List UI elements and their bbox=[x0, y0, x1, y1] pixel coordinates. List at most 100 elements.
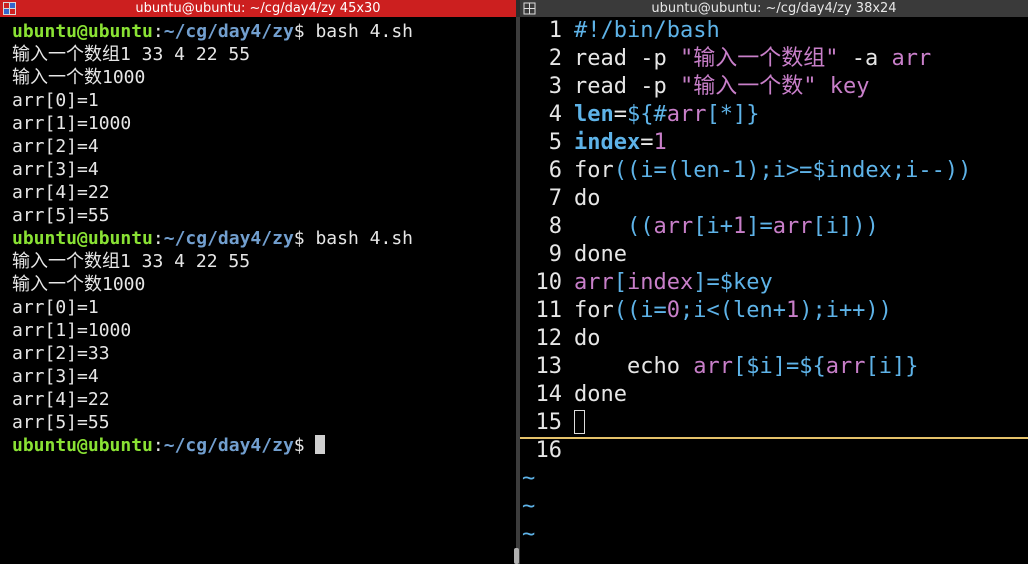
code-token: #!/bin/bash bbox=[574, 18, 720, 43]
code-line: 8 ((arr[i+1]=arr[i])) bbox=[520, 213, 1028, 241]
left-terminal-window[interactable]: ubuntu@ubuntu: ~/cg/day4/zy 45x30 ubuntu… bbox=[0, 0, 516, 564]
code-token: ${# bbox=[627, 102, 667, 127]
code-token: 1 bbox=[785, 298, 800, 323]
empty-buffer-line: ~ bbox=[520, 493, 1028, 521]
code-token: [*]} bbox=[706, 102, 760, 127]
terminal-output-line: arr[4]=22 bbox=[12, 389, 110, 410]
right-titlebar[interactable]: ubuntu@ubuntu: ~/cg/day4/zy 38x24 bbox=[520, 0, 1028, 17]
prompt-user-host: ubuntu@ubuntu bbox=[12, 435, 153, 456]
code-token: "输入一个数组" bbox=[679, 46, 839, 71]
terminal-output[interactable]: ubuntu@ubuntu:~/cg/day4/zy$ bash 4.sh 输入一… bbox=[12, 20, 516, 457]
line-number: 2 bbox=[548, 46, 562, 71]
code-token: -a bbox=[838, 46, 892, 71]
tilde-marker: ~ bbox=[522, 522, 536, 547]
code-line: 5 index=1 bbox=[520, 129, 1028, 157]
prompt-colon: : bbox=[152, 228, 164, 249]
code-token: ((i=(len-1);i>= bbox=[613, 158, 813, 183]
code-token: 0 bbox=[666, 298, 680, 323]
code-line: 3 read -p "输入一个数" key bbox=[520, 73, 1028, 101]
prompt-path: ~/cg/day4/zy bbox=[163, 21, 294, 42]
code-token: ${ bbox=[799, 354, 826, 379]
tilde-marker: ~ bbox=[522, 494, 536, 519]
line-number: 10 bbox=[535, 270, 563, 295]
line-number: 6 bbox=[548, 158, 562, 183]
vim-editor[interactable]: 1 #!/bin/bash 2 read -p "输入一个数组" -a arr 3 rea… bbox=[520, 17, 1028, 549]
line-number: 9 bbox=[548, 242, 562, 267]
code-token: index bbox=[574, 130, 641, 155]
prompt-user-host: ubuntu@ubuntu bbox=[12, 21, 153, 42]
terminal-output-line: arr[5]=55 bbox=[12, 205, 110, 226]
terminal-app-icon bbox=[3, 2, 16, 15]
terminal-output-line: arr[1]=1000 bbox=[12, 113, 132, 134]
left-titlebar[interactable]: ubuntu@ubuntu: ~/cg/day4/zy 45x30 bbox=[0, 0, 516, 17]
prompt-user-host: ubuntu@ubuntu bbox=[12, 228, 153, 249]
code-token: = bbox=[640, 130, 654, 155]
terminal-output-line: arr[2]=4 bbox=[12, 136, 99, 157]
code-token: [i])) bbox=[812, 214, 879, 239]
code-token: [ bbox=[732, 354, 747, 379]
code-line: 9 done bbox=[520, 241, 1028, 269]
code-token: "输入一个数" bbox=[679, 74, 817, 99]
terminal-output-line: 输入一个数组1 33 4 22 55 bbox=[12, 44, 251, 65]
empty-buffer-line: ~ bbox=[520, 521, 1028, 549]
line-number: 3 bbox=[548, 74, 562, 99]
code-token: ((i= bbox=[613, 298, 667, 323]
code-token: 1 bbox=[732, 214, 747, 239]
terminal-output-line: arr[0]=1 bbox=[12, 90, 99, 111]
code-token: [i+ bbox=[693, 214, 733, 239]
code-token: do bbox=[574, 186, 601, 211]
code-token: ]= bbox=[746, 214, 773, 239]
code-token: $key bbox=[719, 270, 773, 295]
code-line: 4 len=${#arr[*]} bbox=[520, 101, 1028, 129]
code-line: 2 read -p "输入一个数组" -a arr bbox=[520, 45, 1028, 73]
prompt-colon: : bbox=[152, 435, 164, 456]
terminal-prompt-line: ubuntu@ubuntu:~/cg/day4/zy$ bash 4.sh bbox=[12, 227, 516, 250]
code-token: done bbox=[574, 382, 627, 407]
code-token: do bbox=[574, 326, 601, 351]
prompt-dollar: $ bbox=[293, 435, 305, 456]
code-token: arr bbox=[653, 214, 694, 239]
code-token: arr bbox=[666, 102, 707, 127]
code-token: arr bbox=[574, 270, 614, 295]
code-token: done bbox=[574, 242, 627, 267]
code-token: (( bbox=[626, 214, 654, 239]
code-line: 7 do bbox=[520, 185, 1028, 213]
line-number: 15 bbox=[535, 410, 563, 435]
terminal-output-line: 输入一个数组1 33 4 22 55 bbox=[12, 251, 251, 272]
code-token: [i]} bbox=[865, 354, 919, 379]
terminal-output-line: arr[3]=4 bbox=[12, 366, 99, 387]
line-number: 7 bbox=[548, 186, 562, 211]
code-line: 14 done bbox=[520, 381, 1028, 409]
grid-menu-icon[interactable] bbox=[523, 2, 536, 15]
right-terminal-window[interactable]: ubuntu@ubuntu: ~/cg/day4/zy 38x24 1 #!/bi… bbox=[520, 0, 1028, 564]
code-line: 16 bbox=[520, 437, 1028, 465]
left-window-title: ubuntu@ubuntu: ~/cg/day4/zy 45x30 bbox=[135, 1, 381, 16]
code-token: = bbox=[613, 102, 627, 127]
terminal-prompt-line: ubuntu@ubuntu:~/cg/day4/zy$ bash 4.sh bbox=[12, 20, 516, 43]
prompt-path: ~/cg/day4/zy bbox=[163, 435, 294, 456]
code-token: 1 bbox=[653, 130, 667, 155]
text-cursor bbox=[315, 435, 326, 454]
terminal-prompt-line: ubuntu@ubuntu:~/cg/day4/zy$ bbox=[12, 434, 516, 457]
terminal-output-line: arr[0]=1 bbox=[12, 297, 99, 318]
terminal-output-line: arr[1]=1000 bbox=[12, 320, 132, 341]
code-token: ;i--)) bbox=[891, 158, 972, 183]
code-line: 15 bbox=[520, 409, 1028, 439]
prompt-colon: : bbox=[152, 21, 164, 42]
code-token: $index bbox=[812, 158, 892, 183]
line-number: 8 bbox=[548, 214, 562, 239]
terminal-output-line: 输入一个数1000 bbox=[12, 274, 146, 295]
line-number: 16 bbox=[535, 438, 563, 463]
line-number: 14 bbox=[535, 382, 563, 407]
line-number: 13 bbox=[535, 354, 563, 379]
code-line: 10 arr[index]=$key bbox=[520, 269, 1028, 297]
line-number: 5 bbox=[548, 130, 562, 155]
code-token: key bbox=[829, 74, 870, 99]
prompt-dollar: $ bbox=[293, 228, 305, 249]
code-token: ]= bbox=[693, 270, 720, 295]
terminal-output-line: arr[4]=22 bbox=[12, 182, 110, 203]
scrollbar-thumb[interactable] bbox=[514, 548, 519, 564]
code-token: len bbox=[574, 102, 614, 127]
